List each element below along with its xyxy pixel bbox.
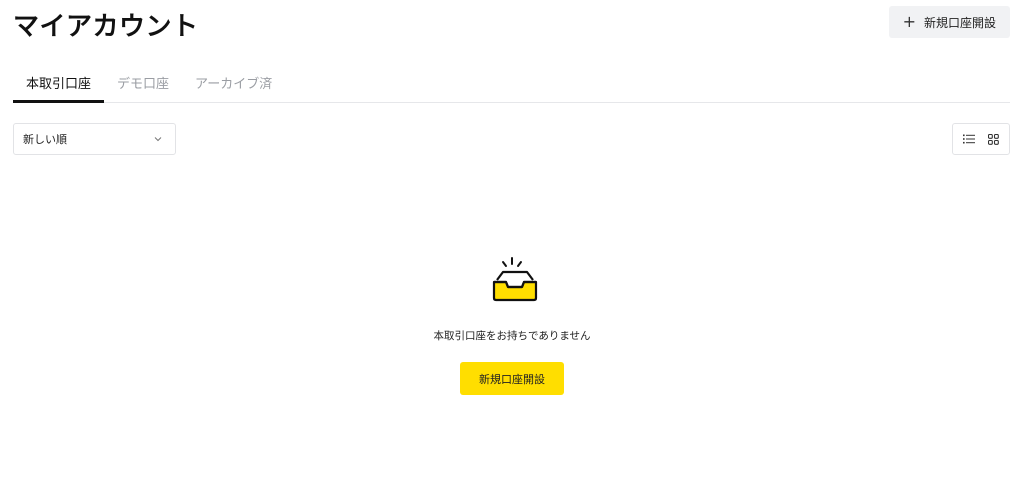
open-new-account-primary-button[interactable]: 新規口座開設 bbox=[460, 362, 564, 395]
tab-demo-account[interactable]: デモ口座 bbox=[104, 64, 182, 103]
list-icon bbox=[963, 134, 975, 144]
open-new-account-label: 新規口座開設 bbox=[923, 15, 996, 30]
empty-inbox-icon bbox=[492, 257, 538, 302]
grid-view-button[interactable] bbox=[982, 128, 1004, 150]
list-view-button[interactable] bbox=[958, 128, 980, 150]
sort-order-value: 新しい順 bbox=[23, 133, 67, 146]
sort-order-select[interactable]: 新しい順 bbox=[13, 123, 176, 155]
my-account-page: マイアカウント + 新規口座開設 本取引口座 デモ口座 アーカイブ済 新しい順 bbox=[0, 0, 1024, 488]
tab-live-account[interactable]: 本取引口座 bbox=[13, 64, 105, 103]
open-new-account-button[interactable]: + 新規口座開設 bbox=[888, 6, 1010, 38]
account-tabs: 本取引口座 デモ口座 アーカイブ済 bbox=[13, 64, 1010, 103]
empty-state-message: 本取引口座をお持ちでありません bbox=[433, 330, 591, 342]
empty-state: 本取引口座をお持ちでありません 新規口座開設 bbox=[0, 256, 1024, 395]
grid-icon bbox=[987, 133, 999, 145]
page-title: マイアカウント bbox=[13, 12, 199, 42]
plus-icon: + bbox=[902, 12, 916, 31]
chevron-down-icon bbox=[154, 137, 162, 142]
view-mode-toggle bbox=[952, 123, 1010, 155]
tab-archived[interactable]: アーカイブ済 bbox=[182, 64, 285, 103]
